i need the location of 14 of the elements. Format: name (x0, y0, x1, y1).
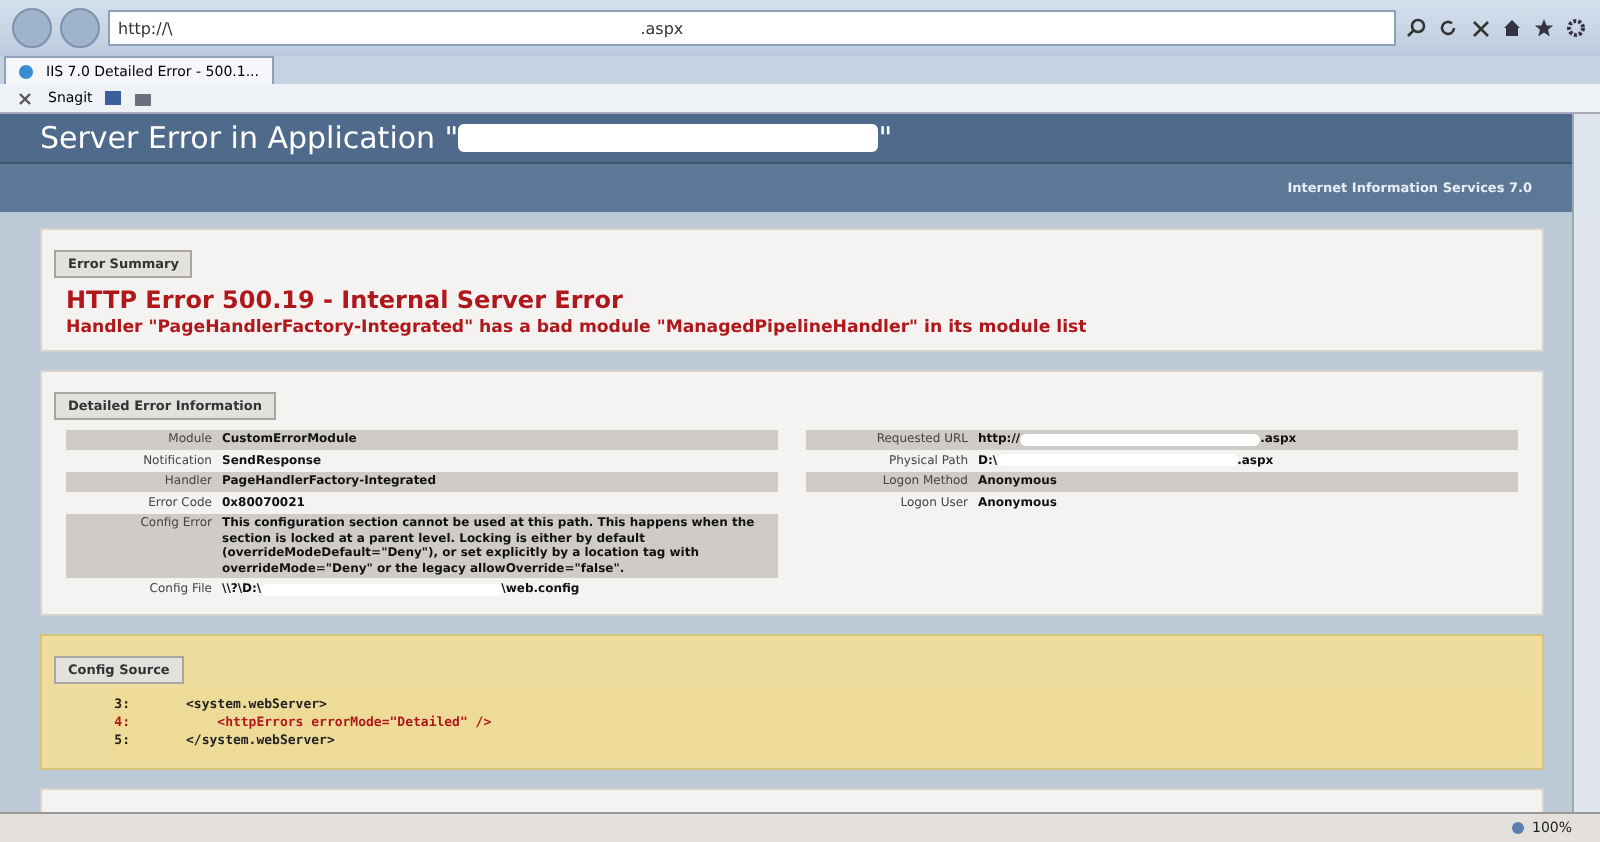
search-icon[interactable] (1404, 16, 1428, 40)
folder-icon[interactable] (134, 89, 153, 107)
monitor-icon[interactable] (104, 89, 123, 107)
scrollbar[interactable] (1572, 114, 1600, 812)
page-title: Server Error in Application " " (40, 120, 893, 156)
settings-icon[interactable] (1564, 16, 1588, 40)
zoom-icon[interactable] (1509, 820, 1526, 836)
stop-icon[interactable] (1468, 16, 1492, 40)
address-field[interactable]: http://\ .aspx (108, 10, 1396, 46)
star-icon[interactable] (1532, 16, 1556, 40)
home-icon[interactable] (1500, 16, 1524, 40)
error-message: Handler "PageHandlerFactory-Integrated" has a bad module "ManagedPipelineHandler" in its module list (66, 318, 1089, 338)
refresh-icon[interactable] (1436, 16, 1460, 40)
error-title: HTTP Error 500.19 - Internal Server Error (66, 286, 625, 314)
